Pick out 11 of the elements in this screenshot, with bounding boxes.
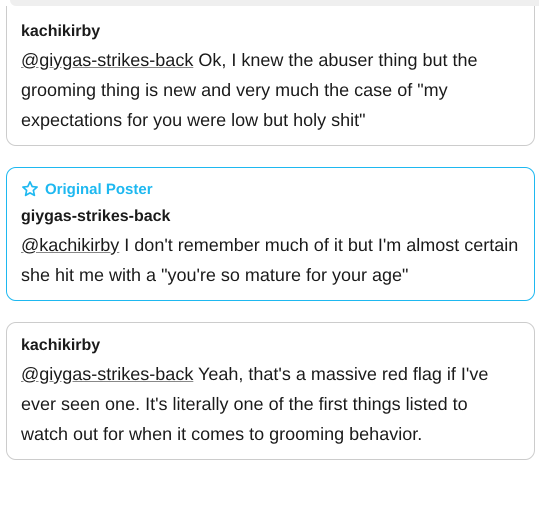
reply-text: @giygas-strikes-back Ok, I knew the abuser thing but the grooming thing is new and very much the case of "my expectations for you were low but holy shit" — [21, 49, 478, 132]
original-poster-label: Original Poster — [45, 180, 153, 198]
mention-link[interactable]: @giygas-strikes-back — [21, 50, 194, 70]
mention-link[interactable]: @kachikirby — [21, 235, 120, 255]
username[interactable]: kachikirby — [21, 333, 519, 359]
username[interactable]: kachikirby — [21, 19, 519, 45]
reply-text: @kachikirby I don't remember much of it but I'm almost certain she hit me with a "you're so mature for your age" — [21, 234, 519, 287]
username[interactable]: giygas-strikes-back — [21, 204, 519, 230]
reply-text: @giygas-strikes-back Yeah, that's a massive red flag if I've ever seen one. It's literally one of the first things listed to watch out for when it comes to grooming behavior. — [21, 363, 490, 446]
star-icon — [21, 180, 39, 198]
mention-link[interactable]: @giygas-strikes-back — [21, 364, 194, 384]
